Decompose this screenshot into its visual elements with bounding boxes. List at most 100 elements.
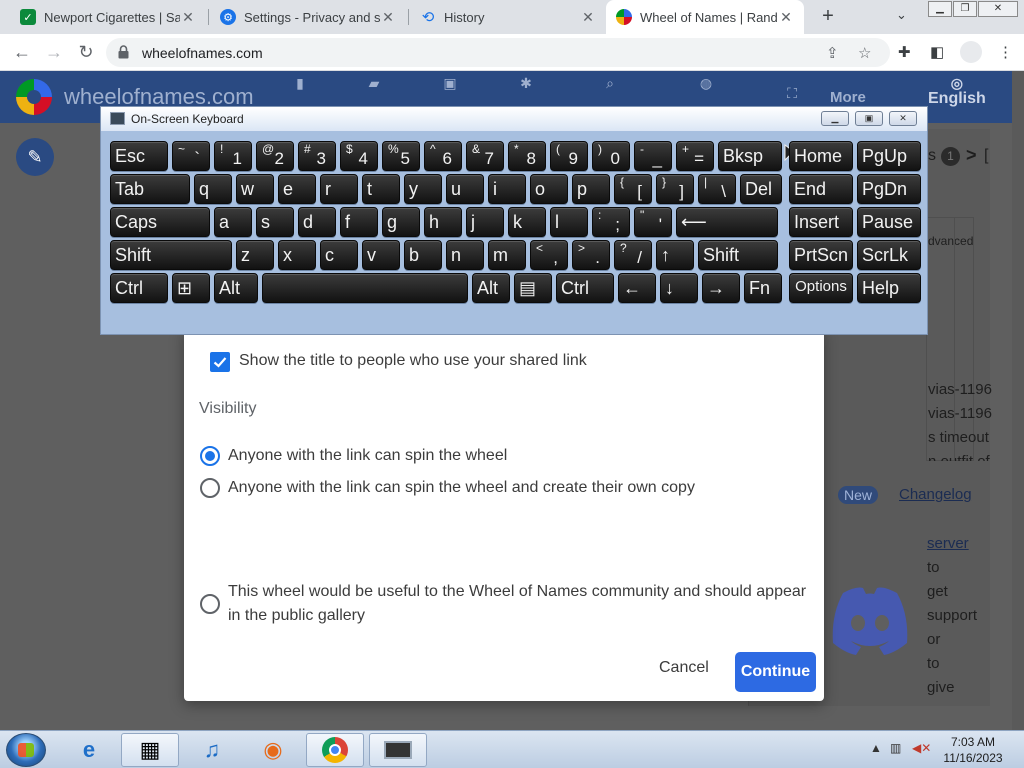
tab-newport[interactable]: ✓ Newport Cigarettes | Save ✕ bbox=[10, 0, 206, 34]
osk-key[interactable]: Alt bbox=[472, 273, 510, 303]
osk-key[interactable]: (9 bbox=[550, 141, 588, 171]
continue-button[interactable]: Continue bbox=[735, 652, 816, 692]
share-icon[interactable]: ⇪ bbox=[826, 44, 839, 62]
wheel-logo-icon[interactable] bbox=[16, 79, 52, 115]
osk-key[interactable]: u bbox=[446, 174, 484, 204]
osk-key[interactable]: Esc bbox=[110, 141, 168, 171]
osk-key[interactable]: l bbox=[550, 207, 588, 237]
extensions-puzzle-icon[interactable]: ✚ bbox=[898, 43, 911, 61]
osk-key[interactable]: m bbox=[488, 240, 526, 270]
osk-key[interactable]: ScrLk bbox=[857, 240, 921, 270]
osk-key[interactable]: ← bbox=[618, 273, 656, 303]
side-panel-icon[interactable]: ◧ bbox=[930, 43, 944, 61]
osk-key[interactable]: ⟵ bbox=[676, 207, 778, 237]
osk-close-icon[interactable]: ✕ bbox=[889, 111, 917, 126]
osk-key[interactable]: <, bbox=[530, 240, 568, 270]
gallery-search-icon[interactable]: ⌕ bbox=[590, 75, 630, 92]
osk-key[interactable]: w bbox=[236, 174, 274, 204]
entries-scrollbar[interactable] bbox=[954, 217, 974, 461]
osk-key[interactable]: ^ 6 bbox=[424, 141, 462, 171]
osk-key[interactable]: :; bbox=[592, 207, 630, 237]
system-clock[interactable]: 7:03 AM 11/16/2023 bbox=[938, 734, 1008, 766]
osk-key[interactable]: - _ bbox=[634, 141, 672, 171]
osk-key[interactable]: ) 0 bbox=[592, 141, 630, 171]
start-button-icon[interactable] bbox=[6, 733, 46, 767]
customize-palette-icon[interactable]: ◍ bbox=[686, 75, 726, 92]
osk-key[interactable]: Home bbox=[789, 141, 853, 171]
save-icon[interactable]: ▣ bbox=[430, 75, 470, 92]
osk-key[interactable]: b bbox=[404, 240, 442, 270]
radio-visibility-spin-only[interactable] bbox=[200, 446, 220, 466]
media-library-icon[interactable]: ▦ bbox=[121, 733, 179, 767]
osk-key[interactable]: Caps bbox=[110, 207, 210, 237]
volume-muted-icon[interactable]: ◀✕ bbox=[912, 741, 931, 755]
page-scrollbar[interactable] bbox=[1012, 71, 1024, 730]
restore-icon[interactable]: ❐ bbox=[953, 1, 977, 17]
fullscreen-icon[interactable]: ⛶ bbox=[772, 85, 812, 102]
osk-key[interactable]: t bbox=[362, 174, 400, 204]
panel-tab-fragment[interactable]: s bbox=[928, 147, 936, 165]
tab-wheel-of-names[interactable]: Wheel of Names | Random ✕ bbox=[606, 0, 804, 34]
osk-key[interactable]: ? / bbox=[614, 240, 652, 270]
bookmark-star-icon[interactable]: ☆ bbox=[858, 44, 871, 62]
osk-key[interactable]: " ' bbox=[634, 207, 672, 237]
radio-label[interactable]: This wheel would be useful to the Wheel … bbox=[228, 580, 813, 628]
osk-key[interactable]: | \ bbox=[698, 174, 736, 204]
share-nodes-icon[interactable]: ✱ bbox=[506, 75, 546, 92]
changelog-link[interactable]: Changelog bbox=[899, 486, 972, 503]
close-icon[interactable]: ✕ bbox=[180, 9, 196, 26]
osk-key[interactable]: j bbox=[466, 207, 504, 237]
tab-search-chevron-icon[interactable]: ⌄ bbox=[896, 7, 907, 23]
radio-label[interactable]: Anyone with the link can spin the wheel … bbox=[228, 476, 813, 500]
osk-key[interactable]: * 8 bbox=[508, 141, 546, 171]
osk-key[interactable]: Ctrl bbox=[556, 273, 614, 303]
chrome-taskbar-button[interactable] bbox=[306, 733, 364, 767]
chevron-right-icon[interactable]: > bbox=[966, 145, 977, 166]
osk-key[interactable]: End bbox=[789, 174, 853, 204]
osk-key[interactable]: Pause bbox=[857, 207, 921, 237]
discord-logo-icon[interactable] bbox=[829, 583, 911, 661]
osk-key[interactable]: >. bbox=[572, 240, 610, 270]
tab-settings[interactable]: ⚙ Settings - Privacy and sec ✕ bbox=[210, 0, 406, 34]
osk-key[interactable]: i bbox=[488, 174, 526, 204]
osk-key[interactable]: → bbox=[702, 273, 740, 303]
osk-key[interactable]: d bbox=[298, 207, 336, 237]
osk-key[interactable]: h bbox=[424, 207, 462, 237]
open-folder-icon[interactable]: ▰ bbox=[354, 75, 394, 92]
osk-key[interactable]: p bbox=[572, 174, 610, 204]
osk-key[interactable]: Ctrl bbox=[110, 273, 168, 303]
radio-visibility-spin-and-copy[interactable] bbox=[200, 478, 220, 498]
osk-key[interactable]: $4 bbox=[340, 141, 378, 171]
radio-label[interactable]: Anyone with the link can spin the wheel bbox=[228, 444, 813, 468]
profile-avatar-icon[interactable] bbox=[960, 41, 982, 63]
osk-key[interactable]: x bbox=[278, 240, 316, 270]
osk-key[interactable] bbox=[262, 273, 468, 303]
osk-key[interactable]: o bbox=[530, 174, 568, 204]
osk-key[interactable]: Help bbox=[857, 273, 921, 303]
new-tab-button[interactable]: + bbox=[816, 5, 840, 29]
osk-key[interactable]: ↑ bbox=[656, 240, 694, 270]
osk-key[interactable]: q bbox=[194, 174, 232, 204]
osk-key[interactable]: PgUp bbox=[857, 141, 921, 171]
menu-dots-icon[interactable]: ⋮ bbox=[998, 43, 1013, 61]
osk-key[interactable]: s bbox=[256, 207, 294, 237]
cancel-button[interactable]: Cancel bbox=[659, 659, 709, 677]
internet-explorer-icon[interactable]: e bbox=[60, 733, 118, 767]
close-icon[interactable]: ✕ bbox=[580, 9, 596, 26]
osk-key[interactable]: ⊞ bbox=[172, 273, 210, 303]
close-icon[interactable]: ✕ bbox=[380, 9, 396, 26]
show-title-label[interactable]: Show the title to people who use your sh… bbox=[239, 352, 587, 370]
network-icon[interactable]: ▥ bbox=[890, 741, 901, 755]
osk-key[interactable]: ▤ bbox=[514, 273, 552, 303]
osk-key[interactable]: Del bbox=[740, 174, 782, 204]
back-arrow-icon[interactable]: ← bbox=[12, 42, 32, 62]
language-selector[interactable]: ◎ English bbox=[928, 76, 986, 108]
osk-restore-icon[interactable]: ▣ bbox=[855, 111, 883, 126]
osk-key[interactable]: ! 1 bbox=[214, 141, 252, 171]
osk-key[interactable]: z bbox=[236, 240, 274, 270]
show-hidden-icons-icon[interactable]: ▲ bbox=[870, 741, 882, 755]
new-file-icon[interactable]: ▮ bbox=[280, 75, 320, 92]
window-close-icon[interactable]: ✕ bbox=[978, 1, 1018, 17]
osk-key[interactable]: ~ ` bbox=[172, 141, 210, 171]
reload-icon[interactable]: ↻ bbox=[76, 42, 96, 62]
